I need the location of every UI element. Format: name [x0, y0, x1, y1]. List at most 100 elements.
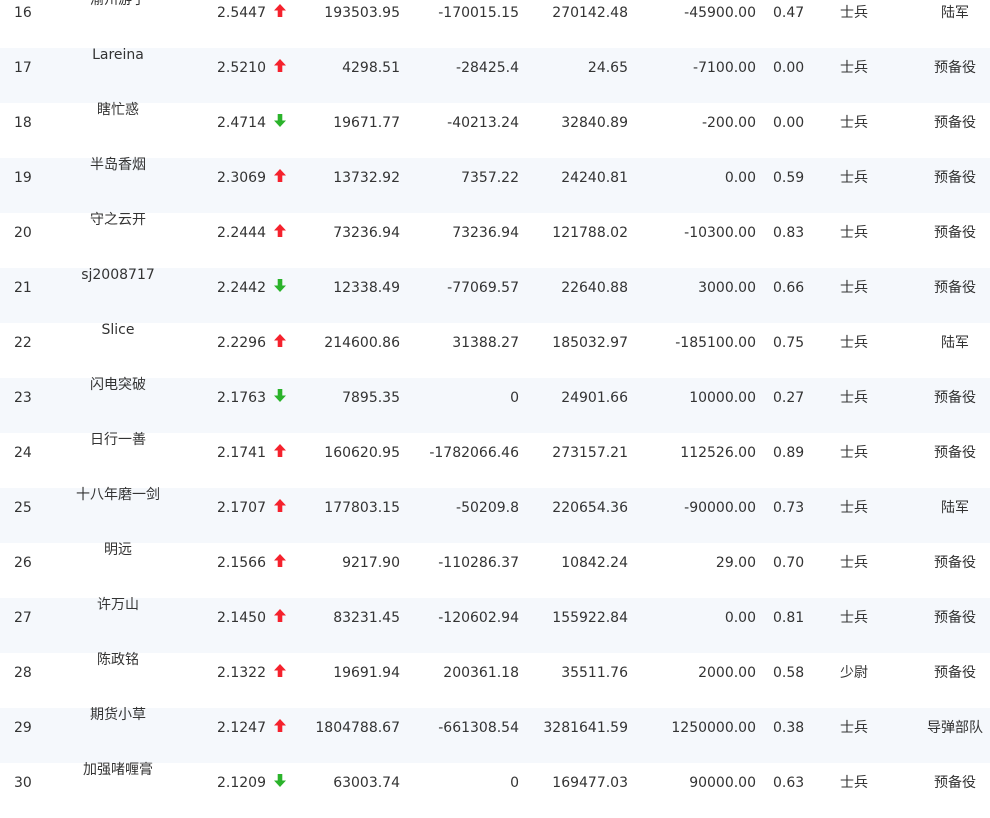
arrow-up-icon	[273, 718, 289, 733]
ratio-cell: 0.27	[773, 390, 805, 406]
rank-cell: 23	[14, 390, 32, 406]
arrow-up-icon	[273, 498, 289, 513]
score-cell: 2.1707	[217, 500, 266, 516]
value-cell-4: 3000.00	[698, 280, 756, 296]
rank-cell: 24	[14, 445, 32, 461]
user-name-link[interactable]: 半岛香烟	[70, 156, 166, 174]
table-row: 16 渝州游子 2.5447 193503.95 -170015.15 270142.48…	[0, 0, 990, 48]
army-cell: 预备役	[934, 610, 976, 626]
arrow-up-icon	[273, 168, 289, 183]
value-cell-4: 29.00	[715, 555, 756, 571]
value-cell-2: -50209.8	[456, 500, 519, 516]
army-cell: 预备役	[934, 170, 976, 186]
score-cell: 2.2442	[217, 280, 266, 296]
ratio-cell: 0.58	[773, 665, 805, 681]
army-cell: 预备役	[934, 115, 976, 131]
rank-title-cell: 士兵	[840, 720, 868, 736]
value-cell-2: 0	[510, 390, 519, 406]
value-cell-4: 10000.00	[689, 390, 756, 406]
value-cell-4: -7100.00	[693, 60, 756, 76]
rank-title-cell: 士兵	[840, 280, 868, 296]
ratio-cell: 0.70	[773, 555, 805, 571]
table-row: 19 半岛香烟 2.3069 13732.92 7357.22 24240.81 0.00 0…	[0, 156, 990, 213]
rank-title-cell: 士兵	[840, 115, 868, 131]
arrow-up-icon	[273, 58, 289, 73]
rank-title-cell: 士兵	[840, 610, 868, 626]
user-name-link[interactable]: 闪电突破	[70, 376, 166, 394]
army-cell: 预备役	[934, 60, 976, 76]
rank-cell: 22	[14, 335, 32, 351]
user-name-link[interactable]: 瞎忙惑	[70, 101, 166, 119]
user-name-link[interactable]: 日行一善	[70, 431, 166, 449]
value-cell-2: -110286.37	[438, 555, 519, 571]
value-cell-2: -120602.94	[438, 610, 519, 626]
value-cell-4: -45900.00	[684, 5, 756, 21]
ratio-cell: 0.00	[773, 115, 805, 131]
value-cell-2: -170015.15	[438, 5, 519, 21]
arrow-up-icon	[273, 223, 289, 238]
value-cell-2: -40213.24	[447, 115, 519, 131]
score-cell: 2.2296	[217, 335, 266, 351]
rank-title-cell: 士兵	[840, 555, 868, 571]
ratio-cell: 0.59	[773, 170, 805, 186]
army-cell: 陆军	[941, 5, 969, 21]
army-cell: 预备役	[934, 555, 976, 571]
value-cell-1: 9217.90	[342, 555, 400, 571]
rank-cell: 20	[14, 225, 32, 241]
user-name-link[interactable]: sj2008717	[70, 266, 166, 284]
user-name-link[interactable]: 加强啫喱膏	[70, 761, 166, 779]
value-cell-1: 19671.77	[333, 115, 400, 131]
value-cell-1: 12338.49	[333, 280, 400, 296]
rank-title-cell: 士兵	[840, 775, 868, 791]
user-name-link[interactable]: 陈政铭	[70, 651, 166, 669]
value-cell-4: 0.00	[724, 170, 756, 186]
value-cell-4: 0.00	[724, 610, 756, 626]
table-row: 24 日行一善 2.1741 160620.95 -1782066.46 273157.2…	[0, 431, 990, 488]
value-cell-4: -10300.00	[684, 225, 756, 241]
value-cell-3: 270142.48	[552, 5, 628, 21]
score-cell: 2.5210	[217, 60, 266, 76]
value-cell-3: 273157.21	[552, 445, 628, 461]
rank-cell: 25	[14, 500, 32, 516]
ratio-cell: 0.83	[773, 225, 805, 241]
user-name-link[interactable]: 明远	[70, 541, 166, 559]
rank-title-cell: 士兵	[840, 445, 868, 461]
user-name-link[interactable]: Slice	[70, 321, 166, 339]
table-row: 18 瞎忙惑 2.4714 19671.77 -40213.24 32840.89 -200…	[0, 101, 990, 158]
user-name-link[interactable]: 十八年磨一剑	[70, 486, 166, 504]
rank-title-cell: 士兵	[840, 225, 868, 241]
value-cell-3: 24240.81	[561, 170, 628, 186]
arrow-up-icon	[273, 443, 289, 458]
ranking-table: 16 渝州游子 2.5447 193503.95 -170015.15 270142.48…	[0, 0, 990, 812]
value-cell-1: 63003.74	[333, 775, 400, 791]
table-row: 29 期货小草 2.1247 1804788.67 -661308.54 3281641.…	[0, 706, 990, 763]
user-name-link[interactable]: Lareina	[70, 46, 166, 64]
score-cell: 2.1322	[217, 665, 266, 681]
ratio-cell: 0.89	[773, 445, 805, 461]
value-cell-1: 19691.94	[333, 665, 400, 681]
army-cell: 预备役	[934, 665, 976, 681]
army-cell: 陆军	[941, 500, 969, 516]
value-cell-3: 169477.03	[552, 775, 628, 791]
value-cell-1: 214600.86	[324, 335, 400, 351]
army-cell: 导弹部队	[927, 720, 983, 736]
army-cell: 预备役	[934, 775, 976, 791]
value-cell-4: 2000.00	[698, 665, 756, 681]
ratio-cell: 0.63	[773, 775, 805, 791]
ratio-cell: 0.47	[773, 5, 805, 21]
table-row: 22 Slice 2.2296 214600.86 31388.27 185032.97 -…	[0, 321, 990, 378]
score-cell: 2.4714	[217, 115, 266, 131]
user-name-link[interactable]: 许万山	[70, 596, 166, 614]
value-cell-3: 3281641.59	[543, 720, 628, 736]
rank-title-cell: 士兵	[840, 60, 868, 76]
user-name-link[interactable]: 守之云开	[70, 211, 166, 229]
rank-cell: 26	[14, 555, 32, 571]
user-name-link[interactable]: 期货小草	[70, 706, 166, 724]
army-cell: 预备役	[934, 225, 976, 241]
value-cell-1: 160620.95	[324, 445, 400, 461]
value-cell-2: -1782066.46	[429, 445, 519, 461]
army-cell: 预备役	[934, 390, 976, 406]
user-name-link[interactable]: 渝州游子	[70, 0, 166, 9]
table-row: 17 Lareina 2.5210 4298.51 -28425.4 24.65 -7100…	[0, 46, 990, 103]
army-cell: 预备役	[934, 445, 976, 461]
